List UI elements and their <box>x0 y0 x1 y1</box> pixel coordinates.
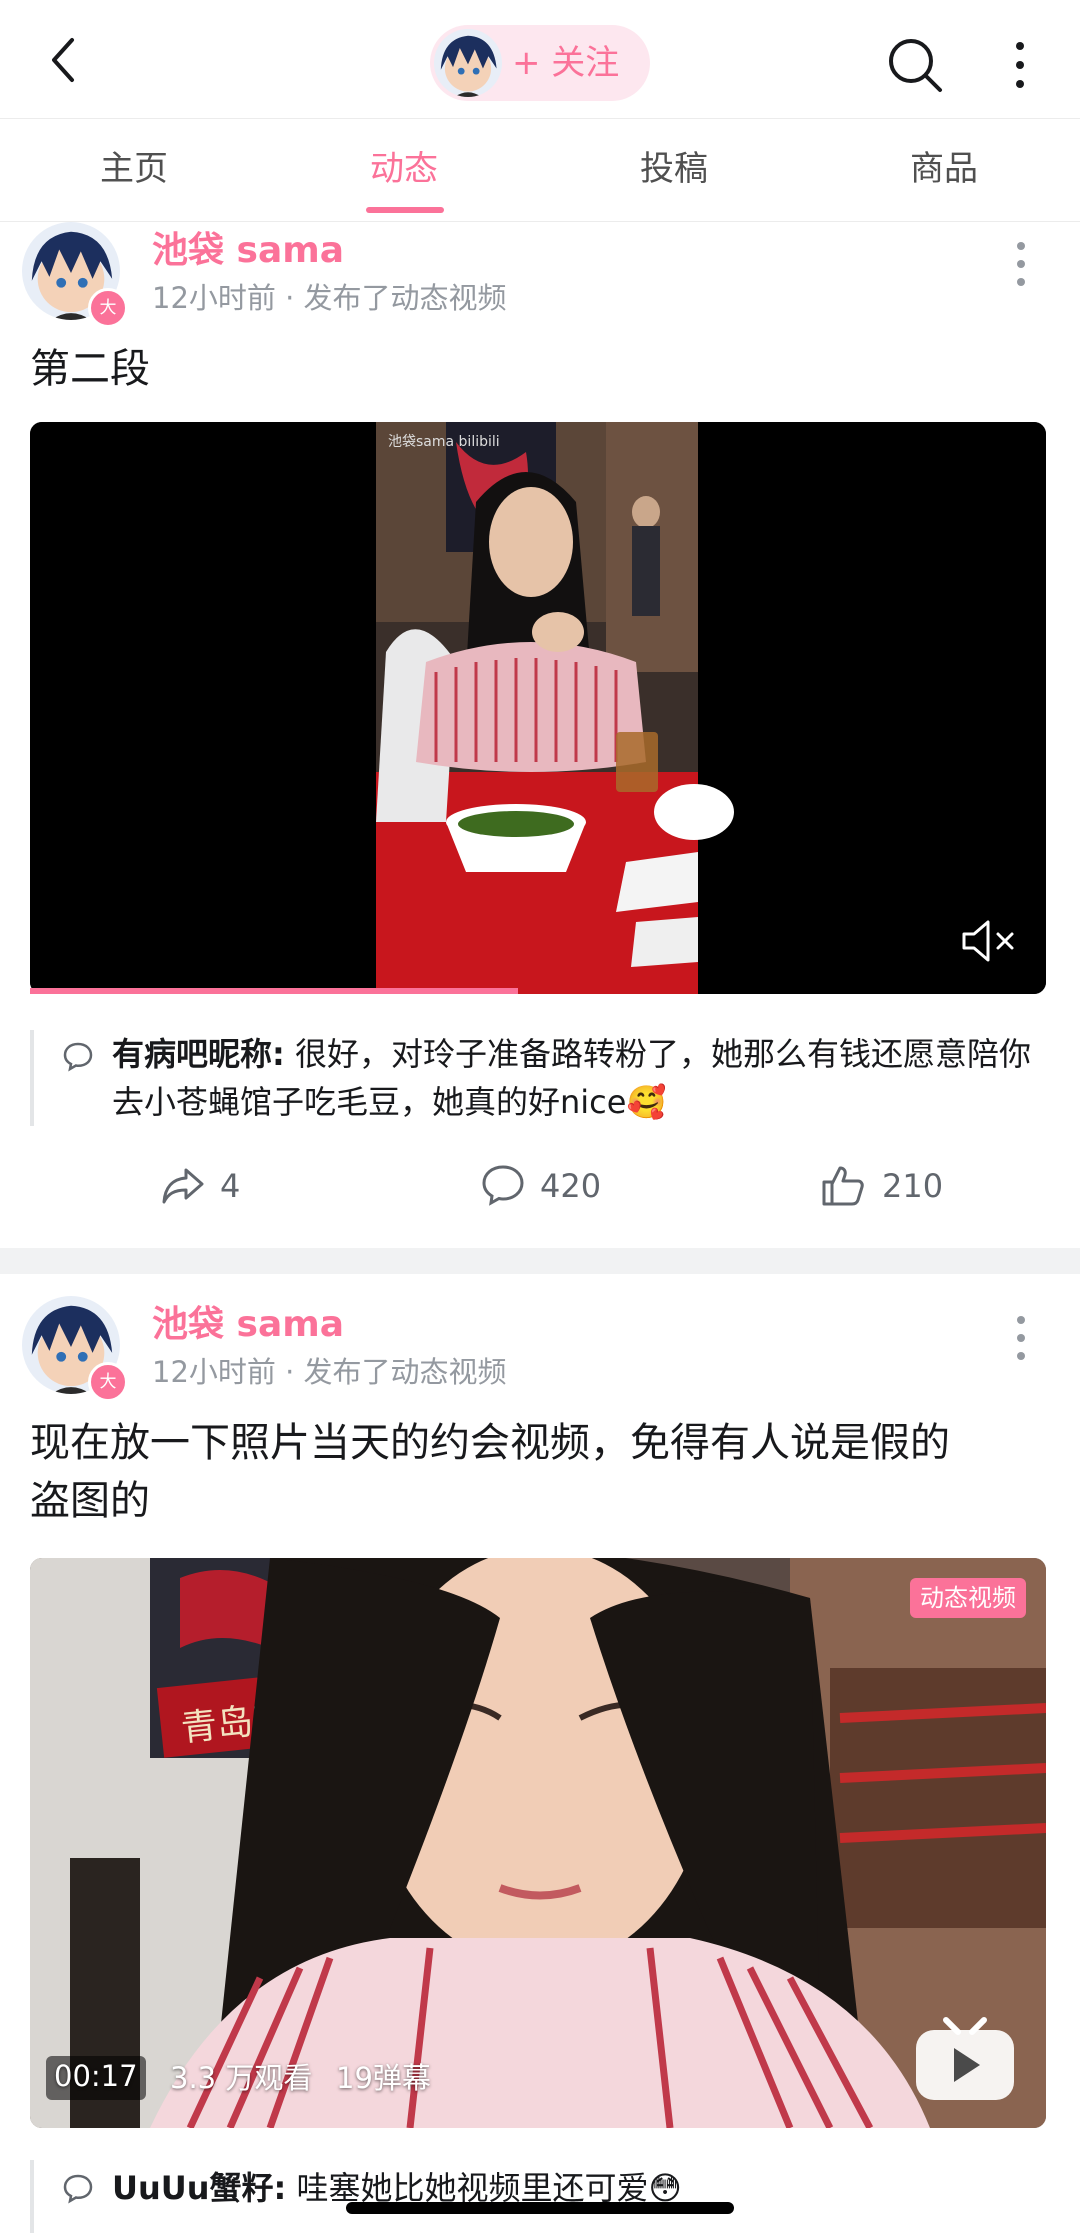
video-card[interactable]: 青岛啤酒 动态视频 00:17 3.3 万观看 19弹幕 <box>30 1558 1046 2128</box>
video-frame: 池袋sama bilibili <box>30 422 1046 994</box>
post-text-line: 盗图的 <box>30 1478 150 1524</box>
author-name[interactable]: 池袋 sama <box>152 228 344 274</box>
search-icon[interactable] <box>880 30 950 100</box>
comment-quote-bar <box>30 1030 34 1126</box>
post-more-icon[interactable] <box>1006 1310 1036 1366</box>
tab-submissions[interactable]: 投稿 <box>574 145 774 193</box>
post-text: 现在放一下照片当天的约会视频，免得有人说是假的 盗图的 <box>30 1414 1060 1530</box>
comment-icon <box>62 1040 94 1072</box>
danmaku-count: 19弹幕 <box>336 2061 431 2095</box>
comment-count: 420 <box>540 1167 602 1205</box>
post-divider <box>0 1248 1080 1274</box>
like-icon[interactable] <box>820 1162 866 1208</box>
comment-quote-bar <box>30 2160 34 2233</box>
avatar <box>434 29 502 97</box>
comment-user[interactable]: UuUu蟹籽: <box>112 2169 286 2207</box>
hot-comment[interactable]: 有病吧昵称: 很好，对玲子准备路转粉了，她那么有钱还愿意陪你去小苍蝇馆子吃毛豆，… <box>112 1030 1032 1126</box>
play-icon[interactable] <box>910 2008 1020 2108</box>
duration-badge: 00:17 <box>46 2056 146 2100</box>
comment-count-icon[interactable] <box>480 1162 526 1208</box>
video-type-tag: 动态视频 <box>910 1578 1026 1618</box>
view-count: 3.3 万观看 <box>170 2061 313 2095</box>
post-text-line: 现在放一下照片当天的约会视频，免得有人说是假的 <box>30 1420 950 1466</box>
video-progress[interactable] <box>30 988 518 994</box>
video-duration: 00:17 <box>54 2059 138 2093</box>
like-count: 210 <box>882 1167 944 1205</box>
video-player[interactable]: 池袋sama bilibili <box>30 422 1046 994</box>
comment-user[interactable]: 有病吧昵称: <box>112 1035 285 1073</box>
vip-badge: 大 <box>88 288 128 328</box>
share-icon[interactable] <box>160 1162 206 1208</box>
post-meta: 12小时前 · 发布了动态视频 <box>152 281 507 315</box>
video-watermark: 池袋sama bilibili <box>388 434 500 450</box>
video-thumbnail: 青岛啤酒 <box>30 1558 1046 2128</box>
tab-products[interactable]: 商品 <box>844 145 1044 193</box>
home-indicator[interactable] <box>346 2202 734 2214</box>
post-text: 第二段 <box>30 346 150 392</box>
share-count: 4 <box>220 1167 241 1205</box>
comment-icon <box>62 2172 94 2204</box>
back-icon[interactable] <box>40 30 90 90</box>
post-more-icon[interactable] <box>1006 236 1036 292</box>
tab-home[interactable]: 主页 <box>34 145 234 193</box>
post-meta: 12小时前 · 发布了动态视频 <box>152 1355 507 1389</box>
mute-icon[interactable] <box>960 916 1020 966</box>
follow-label: + 关注 <box>512 43 620 83</box>
tab-dynamic[interactable]: 动态 <box>304 145 504 193</box>
vip-badge: 大 <box>88 1362 128 1402</box>
tab-bar: 主页 动态 投稿 商品 <box>0 119 1080 222</box>
tab-active-indicator <box>366 207 444 213</box>
more-icon[interactable] <box>1000 30 1040 100</box>
author-name[interactable]: 池袋 sama <box>152 1302 344 1348</box>
